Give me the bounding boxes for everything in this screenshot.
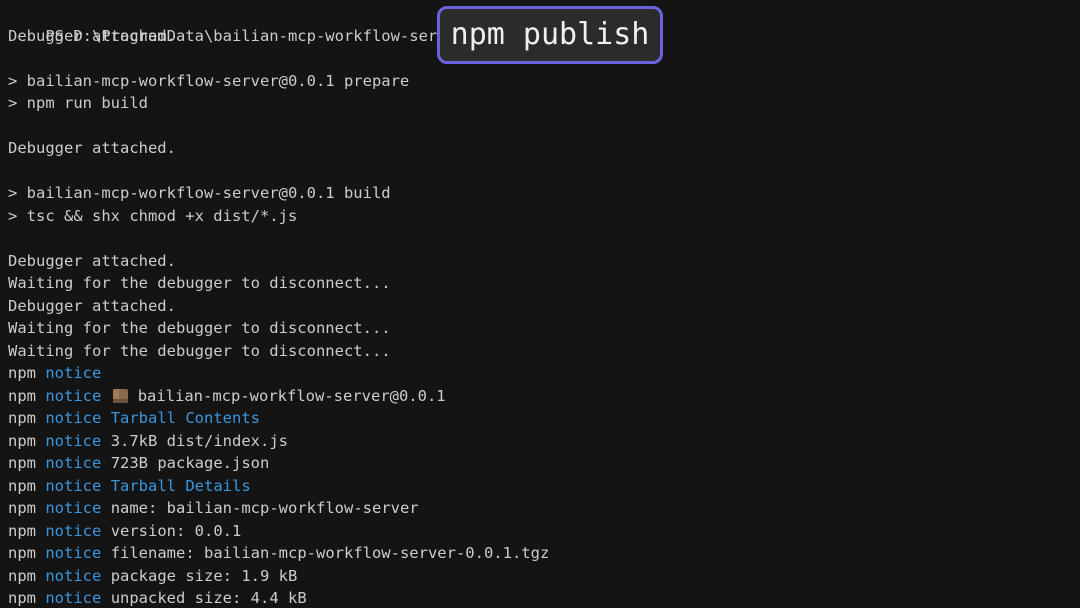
npm-notice-line: npm notice Tarball Contents [8, 407, 1080, 430]
output-line: Waiting for the debugger to disconnect..… [8, 340, 1080, 363]
npm-prefix: npm [8, 499, 36, 517]
notice-text: unpacked size: 4.4 kB [110, 589, 307, 607]
output-line: > bailian-mcp-workflow-server@0.0.1 prep… [8, 70, 1080, 93]
package-icon [112, 388, 128, 403]
output-line: Debugger attached. [8, 295, 1080, 318]
npm-notice-line: npm notice bailian-mcp-workflow-server@0… [8, 385, 1080, 408]
output-line: Debugger attached. [8, 250, 1080, 273]
output-line-text: Debugger attached. [8, 26, 176, 45]
notice-label: notice [45, 409, 102, 427]
npm-prefix: npm [8, 476, 36, 495]
output-line-text: > npm run build [8, 94, 148, 112]
notice-label: notice [45, 499, 102, 517]
npm-prefix: npm [8, 364, 36, 382]
notice-label: notice [45, 454, 102, 472]
npm-notice-line: npm notice name: bailian-mcp-workflow-se… [8, 497, 1080, 520]
output-line-text: Waiting for the debugger to disconnect..… [8, 274, 391, 292]
npm-notice-line: npm notice filename: bailian-mcp-workflo… [8, 542, 1080, 565]
output-line: Debugger attached. [8, 137, 1080, 160]
notice-label: notice [45, 589, 102, 607]
notice-text: 723B package.json [110, 454, 270, 472]
output-line-text: Debugger attached. [8, 251, 176, 270]
command-callout: npm publish [437, 6, 663, 64]
notice-label: notice [45, 544, 102, 562]
notice-label: notice [45, 431, 102, 450]
notice-label: notice [45, 566, 102, 585]
terminal-output: Debugger attached. > bailian-mcp-workflow… [8, 25, 1080, 608]
notice-label: notice [45, 476, 102, 495]
npm-prefix: npm [8, 431, 36, 450]
notice-text: package size: 1.9 kB [110, 566, 298, 585]
notice-text: 3.7kB dist/index.js [110, 431, 288, 450]
npm-prefix: npm [8, 454, 36, 472]
output-line: Waiting for the debugger to disconnect..… [8, 272, 1080, 295]
output-line: > tsc && shx chmod +x dist/*.js [8, 205, 1080, 228]
output-line-text: Debugger attached. [8, 296, 176, 315]
npm-prefix: npm [8, 409, 36, 427]
terminal-window[interactable]: PS D:\ProgramData\bailian-mcp-workflow-s… [0, 0, 1080, 608]
output-line: > npm run build [8, 92, 1080, 115]
npm-prefix: npm [8, 386, 36, 405]
npm-notice-line: npm notice 3.7kB dist/index.js [8, 430, 1080, 453]
notice-text: Tarball Contents [110, 409, 260, 427]
npm-prefix: npm [8, 566, 36, 585]
output-line-text: Waiting for the debugger to disconnect..… [8, 341, 391, 360]
output-line-text: > tsc && shx chmod +x dist/*.js [8, 206, 298, 225]
notice-label: notice [45, 364, 102, 382]
npm-notice-line: npm notice unpacked size: 4.4 kB [8, 587, 1080, 608]
npm-prefix: npm [8, 521, 36, 540]
notice-label: notice [45, 386, 102, 405]
output-line-text: Waiting for the debugger to disconnect..… [8, 319, 391, 337]
notice-text: name: bailian-mcp-workflow-server [110, 499, 419, 517]
notice-label: notice [45, 521, 102, 540]
output-line: Waiting for the debugger to disconnect..… [8, 317, 1080, 340]
callout-command-text: npm publish [450, 17, 650, 52]
output-line: > bailian-mcp-workflow-server@0.0.1 buil… [8, 182, 1080, 205]
npm-prefix: npm [8, 589, 36, 607]
output-line-text: > bailian-mcp-workflow-server@0.0.1 prep… [8, 71, 410, 90]
npm-notice-line: npm notice [8, 362, 1080, 385]
notice-text: filename: bailian-mcp-workflow-server-0.… [110, 544, 550, 562]
npm-prefix: npm [8, 544, 36, 562]
npm-notice-line: npm notice version: 0.0.1 [8, 520, 1080, 543]
output-line-text: > bailian-mcp-workflow-server@0.0.1 buil… [8, 184, 391, 202]
notice-text: version: 0.0.1 [110, 521, 242, 540]
notice-text: Tarball Details [110, 476, 251, 495]
npm-notice-line: npm notice Tarball Details [8, 475, 1080, 498]
npm-notice-line: npm notice 723B package.json [8, 452, 1080, 475]
output-line-text: Debugger attached. [8, 139, 176, 157]
notice-text: bailian-mcp-workflow-server@0.0.1 [137, 386, 446, 405]
npm-notice-line: npm notice package size: 1.9 kB [8, 565, 1080, 588]
